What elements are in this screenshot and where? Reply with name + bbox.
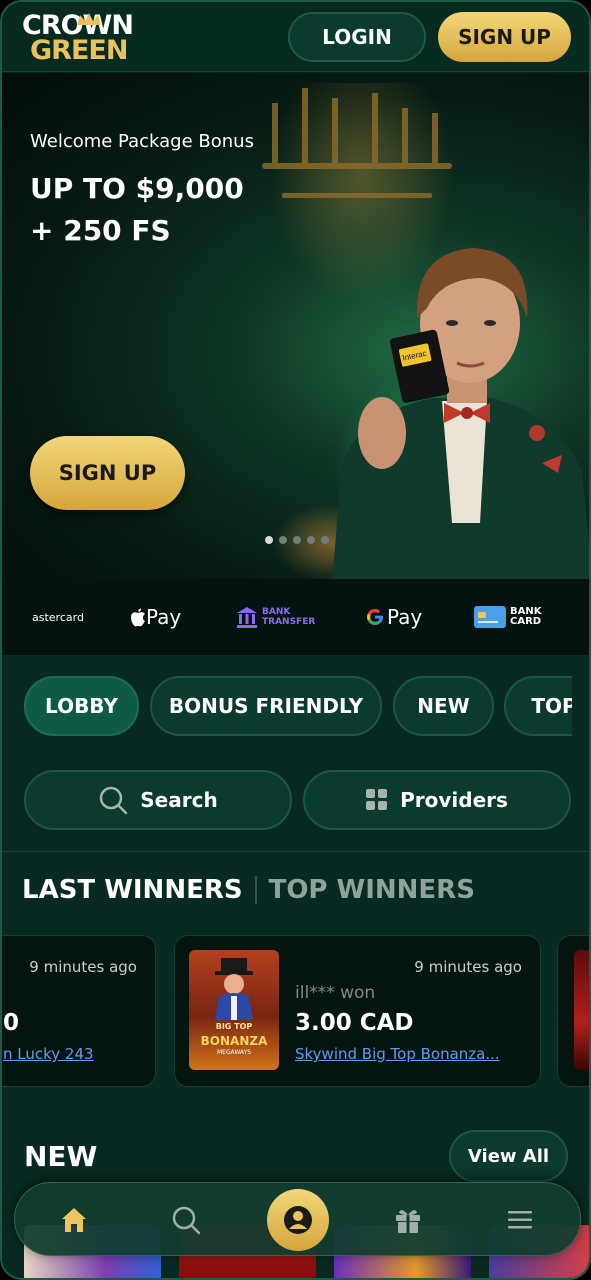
chandelier-image (262, 88, 452, 198)
winner-card[interactable] (557, 935, 589, 1087)
hero-title-line2: + 250 FS (30, 214, 171, 247)
apple-icon (131, 608, 145, 626)
app-frame: CROWN GREEN LOGIN SIGN UP Interac Welcom… (0, 0, 591, 1280)
new-section-title: NEW (24, 1140, 98, 1173)
payment-methods: astercard Pay BANK TRANSFER Pay BANK CAR… (2, 579, 589, 655)
hero-title-line1: UP TO $9,000 (30, 172, 244, 205)
nav-menu[interactable] (503, 1203, 537, 1237)
nav-promotions[interactable] (391, 1203, 425, 1237)
section-divider (2, 851, 589, 852)
menu-icon (508, 1211, 532, 1229)
carousel-dots (265, 536, 329, 544)
thumb-line2: BONANZA (200, 1034, 268, 1048)
carousel-dot-1[interactable] (265, 536, 273, 544)
nav-search[interactable] (169, 1203, 203, 1237)
bank-card-line2: CARD (510, 616, 542, 627)
header-signup-button[interactable]: SIGN UP (438, 12, 571, 62)
game-thumbnail[interactable] (574, 950, 589, 1070)
providers-label: Providers (400, 788, 508, 812)
crown-icon (77, 13, 101, 25)
search-icon (100, 786, 128, 815)
logo[interactable]: CROWN GREEN (22, 12, 142, 64)
bank-card-logo: BANK CARD (474, 603, 541, 631)
winner-game-link[interactable]: n Lucky 243 (3, 1045, 94, 1063)
nav-home[interactable] (57, 1203, 91, 1237)
winner-time: 9 minutes ago (414, 958, 522, 976)
winner-card[interactable]: BIG TOP BONANZA MEGAWAYS 9 minutes ago i… (174, 935, 541, 1087)
home-icon (62, 1208, 86, 1232)
carousel-dot-5[interactable] (321, 536, 329, 544)
carousel-dot-2[interactable] (279, 536, 287, 544)
tab-last-winners[interactable]: LAST WINNERS (22, 875, 243, 905)
bank-transfer-line2: TRANSFER (262, 617, 316, 627)
logo-line2: GREEN (30, 35, 128, 66)
game-thumbnail[interactable]: BIG TOP BONANZA MEGAWAYS (189, 950, 279, 1070)
grid-icon (366, 789, 388, 810)
bank-icon (237, 607, 257, 628)
winners-separator (254, 876, 257, 904)
tab-lobby[interactable]: LOBBY (24, 676, 139, 736)
search-icon (172, 1206, 201, 1235)
bank-transfer-logo: BANK TRANSFER (236, 603, 315, 631)
search-label: Search (140, 788, 218, 812)
winner-card[interactable]: 9 minutes ago 0 n Lucky 243 (2, 935, 156, 1087)
winner-user: ill*** won (295, 983, 376, 1003)
hero-man-image: Interac (332, 248, 589, 579)
user-icon (284, 1206, 312, 1234)
tab-top-winners[interactable]: TOP WINNERS (269, 875, 475, 905)
gift-icon (396, 1210, 420, 1233)
googlepay-text: Pay (387, 605, 423, 629)
login-button[interactable]: LOGIN (288, 12, 426, 62)
winner-amount: 3.00 CAD (295, 1010, 414, 1036)
carousel-dot-4[interactable] (307, 536, 315, 544)
hero-signup-button[interactable]: SIGN UP (30, 436, 185, 510)
winner-game-link[interactable]: Skywind Big Top Bonanza... (295, 1045, 500, 1063)
search-button[interactable]: Search (24, 770, 292, 830)
mastercard-logo: astercard (32, 610, 84, 624)
category-tabs: LOBBY BONUS FRIENDLY NEW TOP (24, 676, 572, 738)
header: CROWN GREEN LOGIN SIGN UP (2, 2, 589, 72)
bank-transfer-line1: BANK (262, 607, 291, 617)
winner-amount: 0 (3, 1010, 20, 1036)
applepay-text: Pay (146, 605, 182, 629)
nav-account[interactable] (267, 1189, 329, 1251)
google-g-icon (367, 609, 383, 625)
tab-new[interactable]: NEW (393, 676, 494, 736)
carousel-dot-3[interactable] (293, 536, 301, 544)
providers-button[interactable]: Providers (303, 770, 571, 830)
bottom-nav (14, 1182, 581, 1256)
googlepay-logo: Pay (366, 603, 422, 631)
tab-bonus-friendly[interactable]: BONUS FRIENDLY (150, 676, 382, 736)
credit-card-icon (474, 606, 506, 628)
ringmaster-image (215, 958, 253, 1020)
hero-banner[interactable]: Interac Welcome Package Bonus UP TO $9,0… (2, 73, 589, 579)
thumb-line1: BIG TOP (215, 1022, 253, 1031)
hero-title: UP TO $9,000 + 250 FS (30, 168, 244, 252)
winner-time: 9 minutes ago (29, 958, 137, 976)
view-all-button[interactable]: View All (449, 1130, 568, 1182)
applepay-logo: Pay (130, 603, 181, 631)
winners-tabs: LAST WINNERS TOP WINNERS (22, 875, 475, 905)
tab-top[interactable]: TOP (504, 676, 572, 736)
hero-subtitle: Welcome Package Bonus (30, 131, 254, 152)
thumb-line3: MEGAWAYS (216, 1049, 252, 1056)
